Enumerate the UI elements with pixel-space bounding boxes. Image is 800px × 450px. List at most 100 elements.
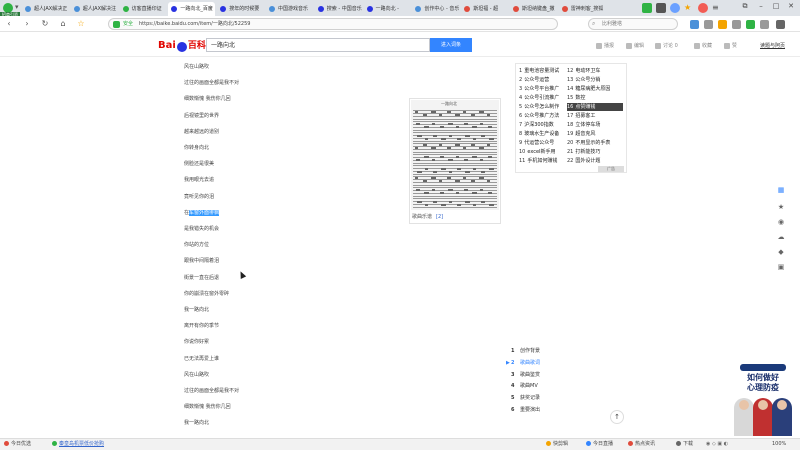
hot-search-item[interactable]: 13 公众号分销 xyxy=(567,76,623,84)
promo-link[interactable]: 秦皇岛机票低价抢购 xyxy=(52,439,104,450)
help-link[interactable]: 读题与阿页 xyxy=(760,42,785,49)
hot-search-item[interactable]: 14 糖尿病肥大原因 xyxy=(567,85,623,93)
translate-icon[interactable] xyxy=(718,20,727,29)
screenshot-icon[interactable] xyxy=(704,20,713,29)
search-placeholder: 比利雅塔 xyxy=(602,21,623,27)
status-item-edit[interactable]: 快剪辑 xyxy=(546,439,568,450)
sheet-music-card[interactable]: 一路向北 歌曲乐谱 [2] xyxy=(409,98,501,224)
browser-tab[interactable]: 雷神刺客_搜狐 xyxy=(559,2,606,16)
wechat-icon[interactable]: ☁ xyxy=(776,232,786,242)
hot-search-item[interactable]: 8 玻璃水生产设备 xyxy=(519,130,567,138)
toc-item[interactable]: 6 重要演出 xyxy=(511,405,540,415)
qzone-icon[interactable]: ▣ xyxy=(776,262,786,272)
hot-search-item[interactable]: 17 招募客工 xyxy=(567,112,623,120)
hot-search-item[interactable]: 7 沪深300指数 xyxy=(519,121,567,129)
toc-item[interactable]: 4 歌曲MV xyxy=(511,381,538,391)
window-restore-icon[interactable]: ⧉ xyxy=(739,2,751,11)
toc-item[interactable]: 3 歌曲鉴赏 xyxy=(511,370,540,380)
selected-text[interactable]: 车窗外面徘徊 xyxy=(189,209,220,216)
hot-search-item[interactable]: 10 excel新手用 xyxy=(519,148,567,156)
browser-tab[interactable]: 一路向北_百度 ✕ xyxy=(168,2,216,16)
baike-app-icon[interactable]: ▦ xyxy=(776,185,786,195)
edit-action[interactable]: 编辑 xyxy=(626,42,644,49)
tools-icon[interactable] xyxy=(760,20,769,29)
music-note xyxy=(463,177,466,179)
close-tab-icon[interactable]: ✕ xyxy=(208,2,212,16)
sheet-music-image[interactable]: 一路向北 xyxy=(411,100,499,210)
citation-link[interactable]: [2] xyxy=(436,214,443,220)
hot-search-item[interactable]: 2 公众号运营 xyxy=(519,76,567,84)
browser-tab[interactable]: 搜年的时候要 xyxy=(217,2,264,16)
status-item-news[interactable]: 热点资讯 xyxy=(628,439,655,450)
browser-tab[interactable]: 超人JAX解决正 xyxy=(22,2,69,16)
skin-icon[interactable] xyxy=(656,3,666,13)
like-action[interactable]: 赞 xyxy=(724,42,737,49)
close-window-icon[interactable]: ✕ xyxy=(785,2,797,10)
hot-search-item[interactable]: 15 数控 xyxy=(567,94,623,102)
menu-icon[interactable]: ≡ xyxy=(712,3,722,13)
baidu-baike-logo[interactable]: Bai 百科 xyxy=(158,38,206,52)
star-icon[interactable]: ★ xyxy=(684,3,694,13)
hot-search-item[interactable]: 22 国外设计题 xyxy=(567,157,623,165)
hot-label: 代运营公众号 xyxy=(524,140,555,146)
hot-search-item[interactable]: 19 超音克风 xyxy=(567,130,623,138)
status-item-live[interactable]: 今日直播 xyxy=(586,439,613,450)
refresh-icon[interactable]: ↻ xyxy=(40,19,50,29)
hot-search-item[interactable]: 16 点赞赚钱 xyxy=(567,103,623,111)
toc-item[interactable]: 5 获奖记录 xyxy=(511,393,540,403)
hot-search-item[interactable]: 20 不用显示的手表 xyxy=(567,139,623,147)
browser-tab[interactable]: 中国游戏音乐 xyxy=(266,2,313,16)
toc-item[interactable]: ▶ 2 歌曲歌词 xyxy=(506,358,540,368)
browser-tab[interactable]: 创作中心 - 音乐 xyxy=(412,2,459,16)
back-to-top-button[interactable]: ↑ xyxy=(610,410,624,424)
discuss-action[interactable]: 讨论 0 xyxy=(655,42,678,49)
hot-search-item[interactable]: 9 代运营公众号 xyxy=(519,139,567,147)
hot-search-item[interactable]: 12 电动环卫车 xyxy=(567,67,623,75)
settings-icon[interactable] xyxy=(776,20,785,29)
minimize-icon[interactable]: – xyxy=(755,2,767,10)
hot-search-item[interactable]: 21 打新能技巧 xyxy=(567,148,623,156)
toc-label: 歌曲MV xyxy=(520,383,538,390)
back-icon[interactable]: ‹ xyxy=(4,19,14,29)
zoom-level[interactable]: 100% xyxy=(772,439,786,450)
qq-icon[interactable]: ◆ xyxy=(776,247,786,257)
sync-icon[interactable] xyxy=(746,20,755,29)
hot-search-item[interactable]: 6 公众号推广方法 xyxy=(519,112,567,120)
status-item-download[interactable]: 下载 xyxy=(676,439,693,450)
broadcast-action[interactable]: 播报 xyxy=(596,42,614,49)
browser-tab[interactable]: 超人JAX解决注 xyxy=(71,2,118,16)
forward-icon[interactable]: › xyxy=(22,19,32,29)
psychological-ad[interactable]: 如何做好 心理防疫 xyxy=(732,360,794,436)
chevron-down-icon[interactable]: ▾ xyxy=(15,3,19,11)
notification-icon[interactable] xyxy=(698,3,708,13)
hot-search-item[interactable]: 1 重电池容量测试 xyxy=(519,67,567,75)
browser-tab[interactable]: 一路向北 - xyxy=(364,2,411,16)
enter-entry-button[interactable]: 进入词条 xyxy=(430,38,472,52)
browser-tab[interactable]: 斯坦纳键盘_撒 xyxy=(510,2,557,16)
browser-tab[interactable]: 搜索 - 中国音乐 xyxy=(315,2,362,16)
favorite-action[interactable]: 收藏 xyxy=(694,42,712,49)
extension-icon[interactable] xyxy=(690,20,699,29)
account-icon[interactable] xyxy=(642,3,652,13)
browser-search-field[interactable]: ⌕ 比利雅塔 xyxy=(588,18,678,30)
hot-search-item[interactable]: 5 公众号怎么制作 xyxy=(519,103,567,111)
today-picks[interactable]: 今日优选 xyxy=(4,439,31,450)
music-note xyxy=(465,171,470,173)
download-icon[interactable] xyxy=(732,20,741,29)
hot-search-item[interactable]: 18 立体停车场 xyxy=(567,121,623,129)
star-icon[interactable]: ★ xyxy=(776,202,786,212)
cloud-icon[interactable] xyxy=(670,3,680,13)
url-field[interactable]: 安全 https://baike.baidu.com/item/一路向北/522… xyxy=(108,18,558,30)
maximize-icon[interactable]: □ xyxy=(770,2,782,10)
baike-search-input[interactable]: 一路向北 xyxy=(206,38,430,52)
weibo-icon[interactable]: ◉ xyxy=(776,217,786,227)
hot-search-item[interactable]: 4 公众号引流推广 xyxy=(519,94,567,102)
music-note xyxy=(457,204,461,206)
browser-tab[interactable]: 访客直播印证 xyxy=(120,2,167,16)
bookmark-star-icon[interactable]: ☆ xyxy=(76,19,86,29)
browser-tab[interactable]: 斯坦福 - 超 xyxy=(461,2,508,16)
hot-search-item[interactable]: 3 公众号平台推广 xyxy=(519,85,567,93)
home-icon[interactable]: ⌂ xyxy=(58,19,68,29)
hot-search-item[interactable]: 11 手机如何赚钱 xyxy=(519,157,567,165)
toc-item[interactable]: 1 创作背景 xyxy=(511,346,540,356)
